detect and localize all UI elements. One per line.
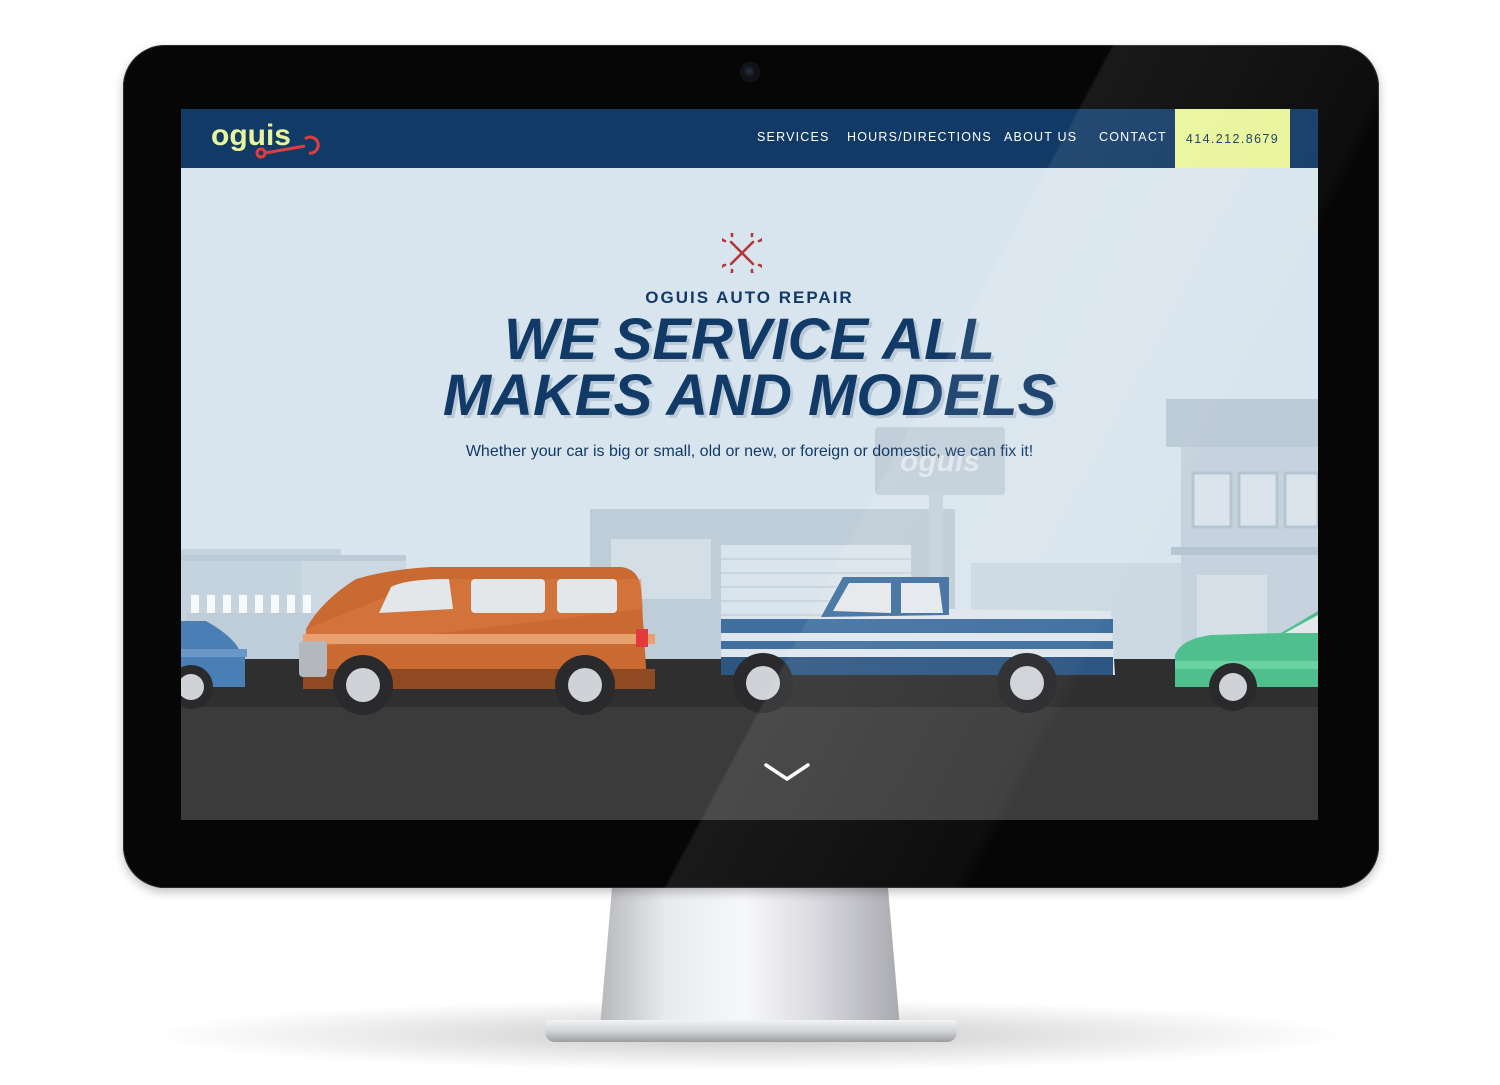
monitor-stand <box>600 888 900 1028</box>
phone-number-button[interactable]: 414.212.8679 <box>1175 109 1290 168</box>
nav-about-us-link[interactable]: ABOUT US <box>1004 130 1077 144</box>
hero-title-line-1: WE SERVICE ALL <box>504 307 995 372</box>
street-illustration: oguis <box>181 109 1318 820</box>
hero-title: WE SERVICE ALL MAKES AND MODELS <box>181 307 1318 428</box>
chevron-down-icon[interactable] <box>763 761 811 783</box>
hero-title-line-2: MAKES AND MODELS <box>442 363 1057 428</box>
top-navigation: oguis SERVICES HOURS/DIRECTIONS ABOUT US… <box>181 109 1318 168</box>
svg-text:oguis: oguis <box>211 119 291 152</box>
nav-services-link[interactable]: SERVICES <box>757 130 830 144</box>
website-screen: oguis oguis SERVICES HOURS/DIRECTIONS AB… <box>181 109 1318 820</box>
oguis-logo[interactable]: oguis <box>209 115 321 163</box>
crossed-wrenches-icon <box>722 233 762 273</box>
hero-subtitle: Whether your car is big or small, old or… <box>465 443 1034 460</box>
hero-kicker: OGUIS AUTO REPAIR <box>645 288 854 307</box>
nav-contact-link[interactable]: CONTACT <box>1099 130 1167 144</box>
webcam <box>742 64 758 80</box>
monitor-stand-base <box>545 1020 957 1042</box>
nav-hours-directions-link[interactable]: HOURS/DIRECTIONS <box>847 130 992 144</box>
